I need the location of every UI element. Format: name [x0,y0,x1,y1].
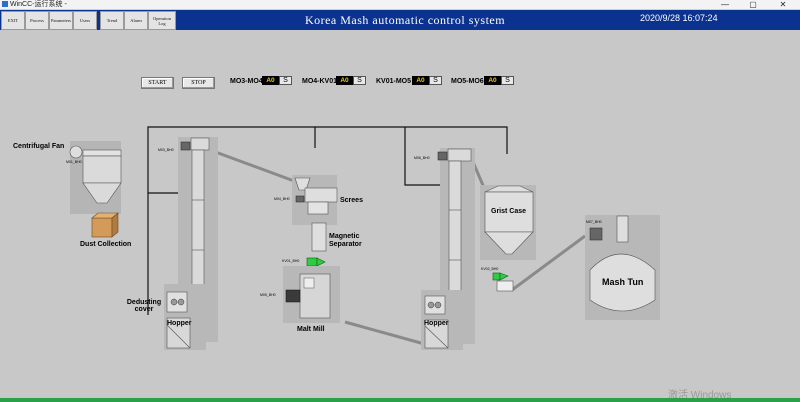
interlock-label-mo4-kv01: MO4-KV01 [302,78,338,85]
interlock-value: A0 [262,76,279,85]
interlock-mode[interactable]: S [429,76,442,85]
tag-m04: M04_BH0 [274,197,290,201]
interlock-label-kv01-mo5: KV01-MO5 [376,78,412,85]
interlock-indicator-mo4-kv01[interactable]: A0 S [336,76,366,85]
interlock-value: A0 [336,76,353,85]
tag-m01: M01_BH0 [66,160,82,164]
magnetic-separator [306,222,327,267]
interlock-value: A0 [484,76,501,85]
label-magnetic-separator: Magnetic Separator [329,233,362,248]
label-dedusting-cover: Dedusting cover [126,299,162,313]
interlock-indicator-kv01-mo5[interactable]: A0 S [412,76,442,85]
label-grist-case: Grist Case [491,208,527,215]
label-malt-mill: Malt Mill [297,326,325,333]
grist-case [480,185,536,292]
hopper-1 [164,284,206,350]
tag-m07: M07_BH0 [586,220,602,224]
dust-collection-box [91,212,119,238]
tag-m06: M06_BH0 [414,156,430,160]
interlock-indicator-mo3-mo4[interactable]: A0 S [262,76,292,85]
tag-m03: M03_BH0 [158,148,174,152]
interlock-label-mo5-mo6: MO5-MO6 [451,78,484,85]
taskbar-strip [0,398,800,402]
interlock-label-mo3-mo4: MO3-MO4 [230,78,263,85]
label-mash-tun: Mash Tun [602,277,644,287]
start-button[interactable]: START [141,77,174,89]
screes-equipment [292,175,338,225]
dust-collector [69,141,122,214]
interlock-value: A0 [412,76,429,85]
label-centrifugal-fan: Centrifugal Fan [13,143,65,150]
tag-kv02: KV02_BH0 [481,267,499,271]
interlock-mode[interactable]: S [501,76,514,85]
label-hopper-1: Hopper [167,320,192,327]
interlock-mode[interactable]: S [353,76,366,85]
process-diagram [69,126,660,350]
tag-kv01: KV01_BH0 [282,259,300,263]
label-screes: Screes [340,197,363,204]
label-hopper-2: Hopper [424,320,449,327]
interlock-mode[interactable]: S [279,76,292,85]
tag-m05: M05_BH0 [260,293,276,297]
stop-button[interactable]: STOP [182,77,215,89]
mash-tun [585,215,660,320]
malt-mill [283,266,340,323]
interlock-indicator-mo5-mo6[interactable]: A0 S [484,76,514,85]
label-dust-collection: Dust Collection [80,241,132,248]
